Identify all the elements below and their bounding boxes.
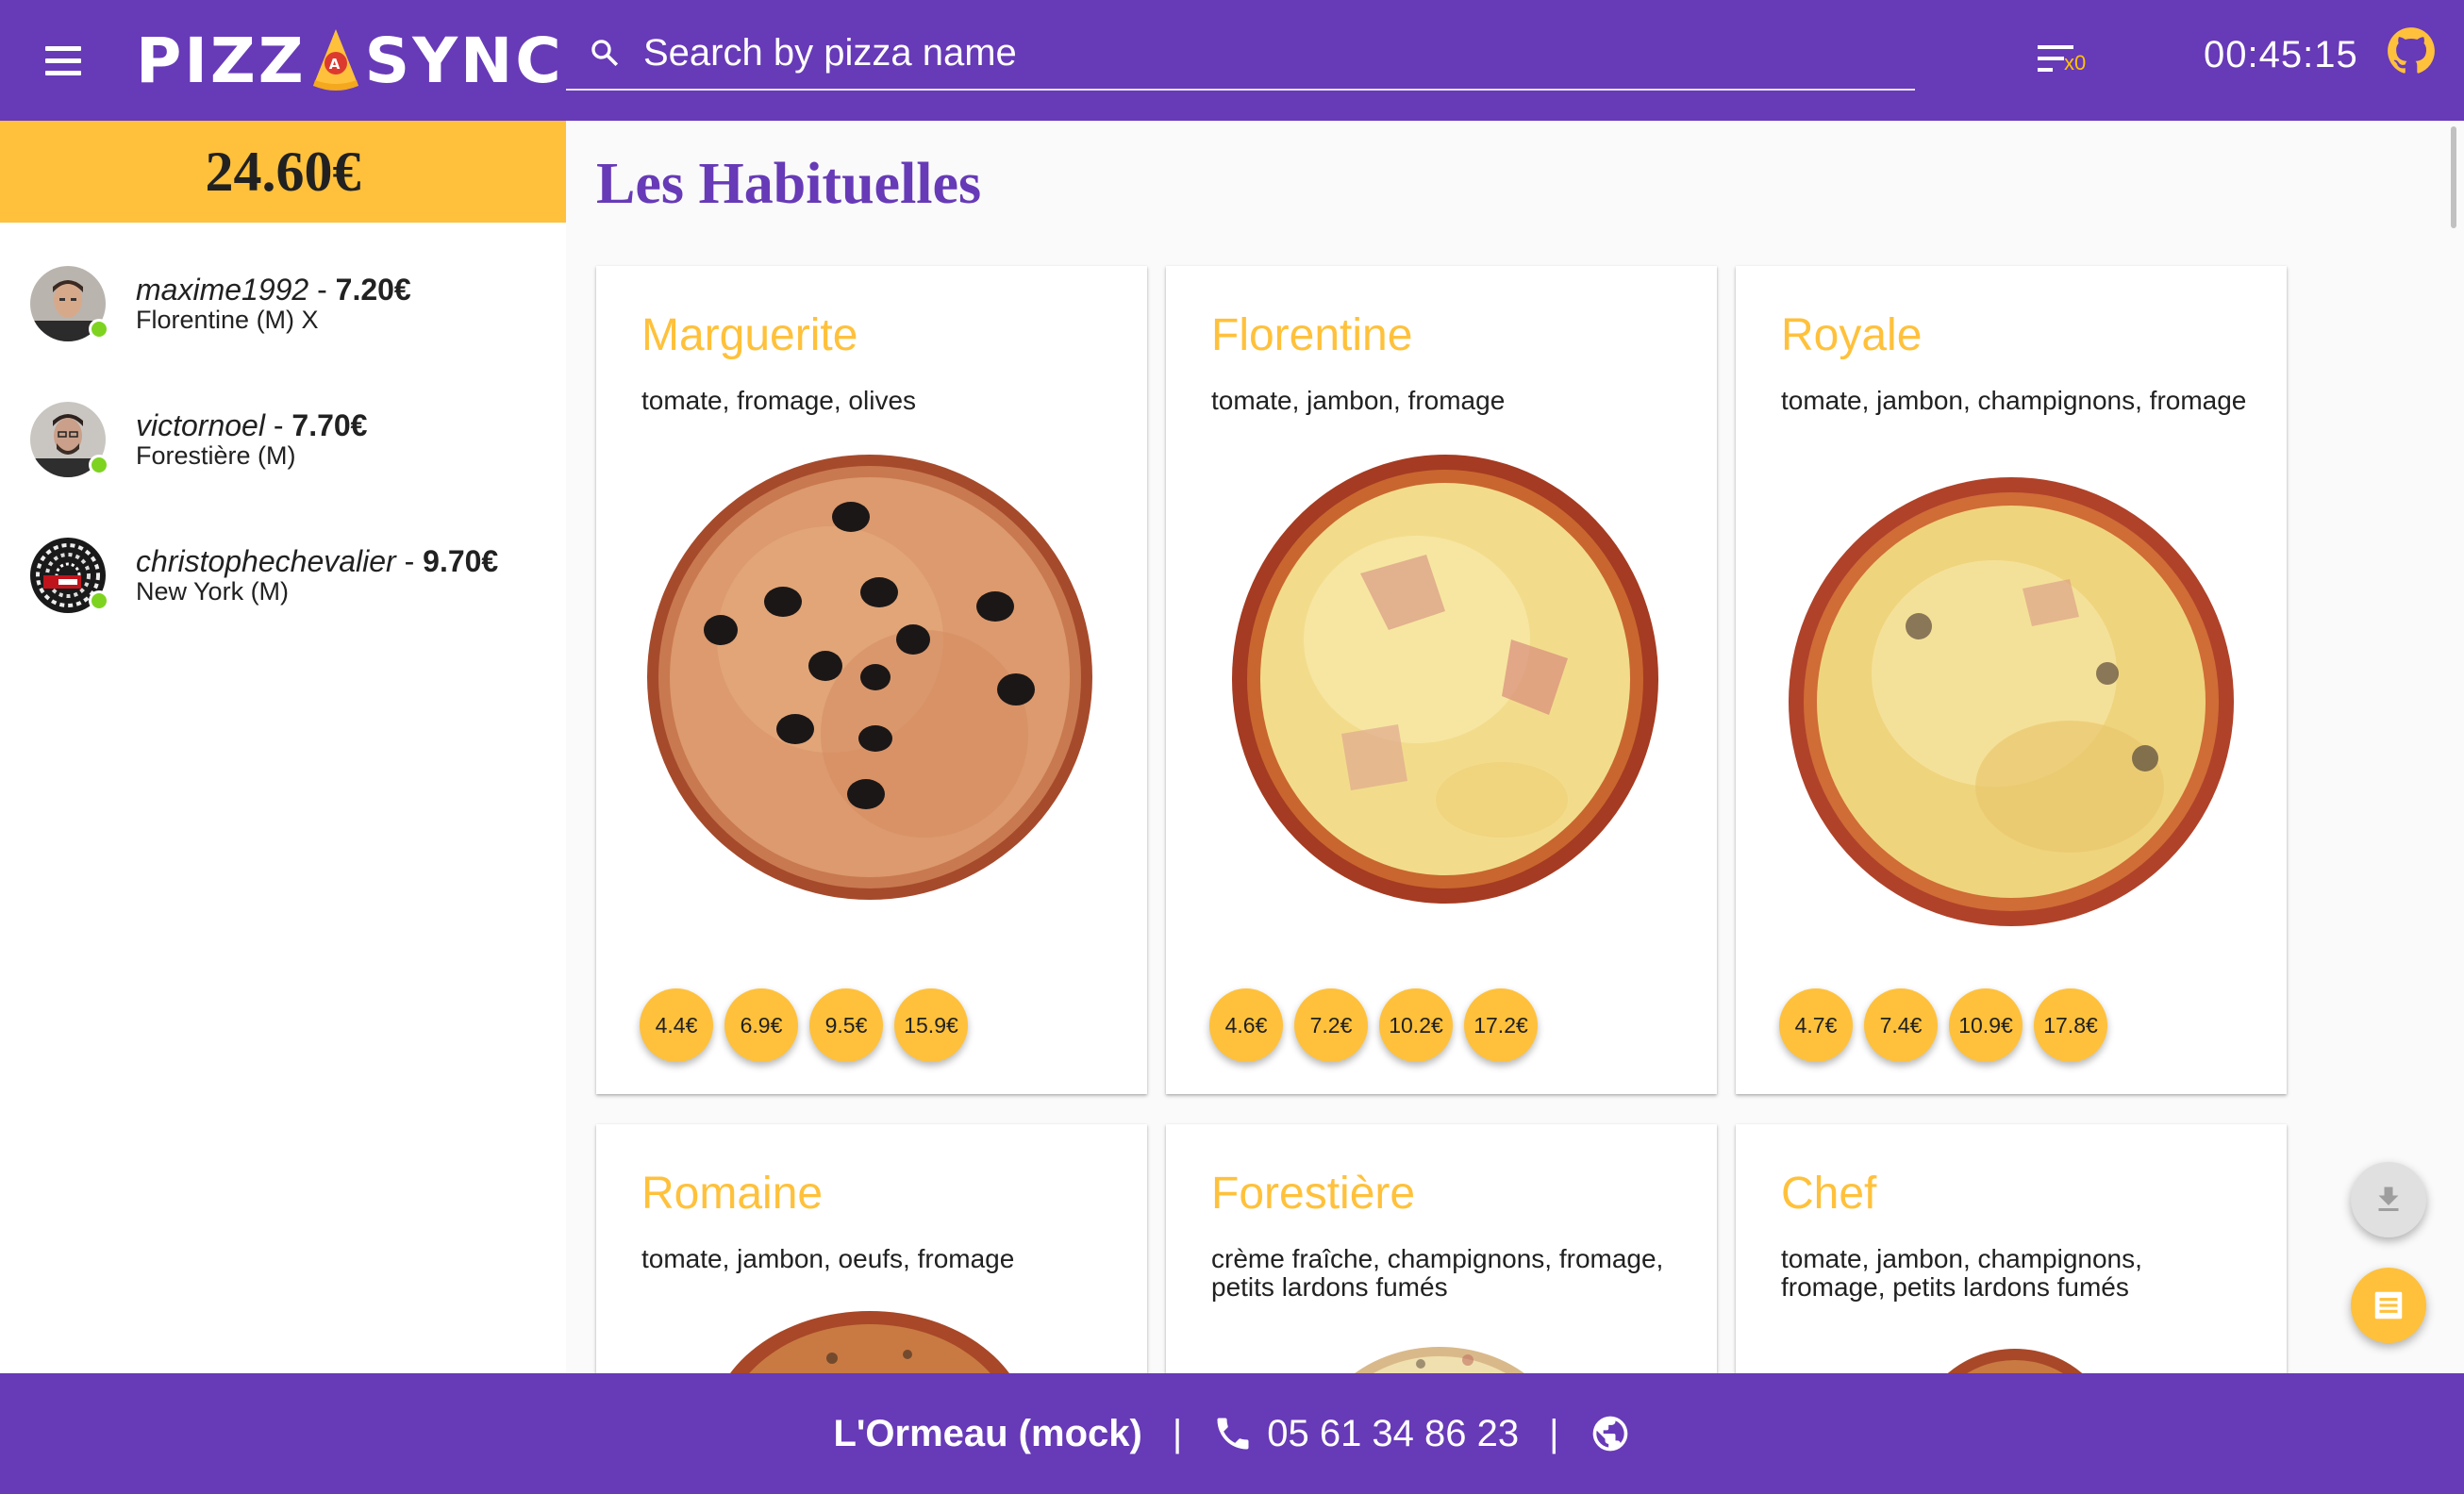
pizza-name: Romaine <box>641 1169 824 1219</box>
pizza-ingredients: crème fraîche, champignons, fromage, pet… <box>1211 1244 1664 1302</box>
user-name: maxime1992 <box>136 273 309 307</box>
app-header: PIZZ A SYNC x0 00:45:15 <box>0 0 2464 121</box>
pizza-ingredients: tomate, jambon, champignons, fromage <box>1781 386 2247 415</box>
avatar <box>30 266 109 341</box>
pizza-image <box>647 455 1092 900</box>
user-orders-list: maxime1992 - 7.20€ Florentine (M) X vict… <box>0 223 566 643</box>
pizza-ingredients: tomate, fromage, olives <box>641 386 917 415</box>
phone-icon <box>1217 1418 1249 1450</box>
shop-phone[interactable]: 05 61 34 86 23 <box>1212 1413 1519 1455</box>
github-icon[interactable] <box>2387 26 2436 75</box>
pizza-catalog: Les Habituelles Marguerite tomate, froma… <box>566 121 2443 1373</box>
sort-count-badge: x0 <box>2064 51 2087 75</box>
user-order: Forestière (M) <box>136 441 296 470</box>
pizza-image <box>730 1311 1009 1373</box>
pizza-card: Florentine tomate, jambon, fromage 4.6€ … <box>1166 266 1717 1094</box>
pizza-card: Royale tomate, jambon, champignons, from… <box>1736 266 2287 1094</box>
price-button[interactable]: 6.9€ <box>724 988 798 1062</box>
user-order-item[interactable]: victornoel - 7.70€ Forestière (M) <box>0 372 566 507</box>
online-status-dot <box>89 590 109 611</box>
price-button[interactable]: 9.5€ <box>809 988 883 1062</box>
download-icon <box>2378 1187 2399 1211</box>
avatar <box>30 402 109 477</box>
menu-icon[interactable] <box>45 38 91 83</box>
user-order-item[interactable]: christophechevalier - 9.70€ New York (M) <box>0 507 566 643</box>
user-name: victornoel <box>136 408 265 442</box>
price-options: 4.4€ 6.9€ 9.5€ 15.9€ <box>640 988 968 1062</box>
online-status-dot <box>89 455 109 475</box>
logo-text-right: SYNC <box>364 24 564 97</box>
pizza-name: Chef <box>1781 1169 1877 1219</box>
pizza-name: Royale <box>1781 310 1923 360</box>
price-button[interactable]: 7.4€ <box>1864 988 1938 1062</box>
pizza-slice-logo-icon: A <box>312 29 358 91</box>
pizza-ingredients: tomate, jambon, oeufs, fromage <box>641 1244 1015 1273</box>
pizza-image <box>1789 477 2234 926</box>
download-button[interactable] <box>2351 1162 2426 1237</box>
price-button[interactable]: 4.6€ <box>1209 988 1283 1062</box>
user-order: New York (M) <box>136 577 290 606</box>
price-button[interactable]: 15.9€ <box>894 988 968 1062</box>
user-name: christophechevalier <box>136 544 396 578</box>
footer-separator: | <box>1172 1412 1183 1454</box>
section-title: Les Habituelles <box>596 152 982 216</box>
receipt-icon <box>2374 1291 2403 1320</box>
pizza-image <box>1232 455 1658 904</box>
scrollbar-thumb[interactable] <box>2451 126 2456 228</box>
user-order-item[interactable]: maxime1992 - 7.20€ Florentine (M) X <box>0 236 566 372</box>
pizza-image <box>1355 1347 1524 1373</box>
orders-sidebar: 24.60€ maxime1992 - 7.20€ Florentine (M)… <box>0 121 566 1373</box>
price-button[interactable]: 10.9€ <box>1949 988 2023 1062</box>
website-link[interactable] <box>1590 1413 1631 1454</box>
shop-name: L'Ormeau (mock) <box>833 1412 1142 1454</box>
pizza-card: Forestière crème fraîche, champignons, f… <box>1166 1124 1717 1373</box>
online-status-dot <box>89 319 109 340</box>
countdown-timer: 00:45:15 <box>2204 34 2358 75</box>
globe-icon <box>1592 1416 1627 1452</box>
price-button[interactable]: 7.2€ <box>1294 988 1368 1062</box>
pizza-ingredients: tomate, jambon, champignons, fromage, pe… <box>1781 1244 2142 1302</box>
pizza-name: Florentine <box>1211 310 1413 360</box>
search-input[interactable] <box>643 31 1870 75</box>
svg-text:A: A <box>328 56 342 73</box>
price-button[interactable]: 17.2€ <box>1464 988 1538 1062</box>
app-footer: L'Ormeau (mock) | 05 61 34 86 23 | <box>0 1373 2464 1494</box>
search-bar <box>566 17 1915 91</box>
price-button[interactable]: 17.8€ <box>2034 988 2107 1062</box>
pizza-name: Marguerite <box>641 310 858 360</box>
footer-separator: | <box>1549 1412 1559 1454</box>
user-amount: 7.70€ <box>291 408 368 442</box>
price-button[interactable]: 4.7€ <box>1779 988 1853 1062</box>
app-logo: PIZZ A SYNC <box>136 24 564 97</box>
logo-text-left: PIZZ <box>136 24 307 97</box>
user-amount: 9.70€ <box>423 544 499 578</box>
avatar <box>30 538 109 613</box>
phone-number: 05 61 34 86 23 <box>1267 1412 1520 1454</box>
search-icon <box>591 40 619 67</box>
user-amount: 7.20€ <box>335 273 411 307</box>
pizza-card: Romaine tomate, jambon, oeufs, fromage <box>596 1124 1147 1373</box>
pizza-card: Marguerite tomate, fromage, olives 4.4€ … <box>596 266 1147 1094</box>
order-total: 24.60€ <box>0 121 566 223</box>
price-options: 4.7€ 7.4€ 10.9€ 17.8€ <box>1779 988 2107 1062</box>
price-options: 4.6€ 7.2€ 10.2€ 17.2€ <box>1209 988 1538 1062</box>
order-summary-button[interactable] <box>2351 1268 2426 1343</box>
pizza-card: Chef tomate, jambon, champignons, fromag… <box>1736 1124 2287 1373</box>
pizza-image <box>1947 1349 2083 1373</box>
pizza-name: Forestière <box>1211 1169 1416 1219</box>
price-button[interactable]: 10.2€ <box>1379 988 1453 1062</box>
price-button[interactable]: 4.4€ <box>640 988 713 1062</box>
user-order: Florentine (M) X <box>136 306 319 334</box>
pizza-ingredients: tomate, jambon, fromage <box>1211 386 1506 415</box>
